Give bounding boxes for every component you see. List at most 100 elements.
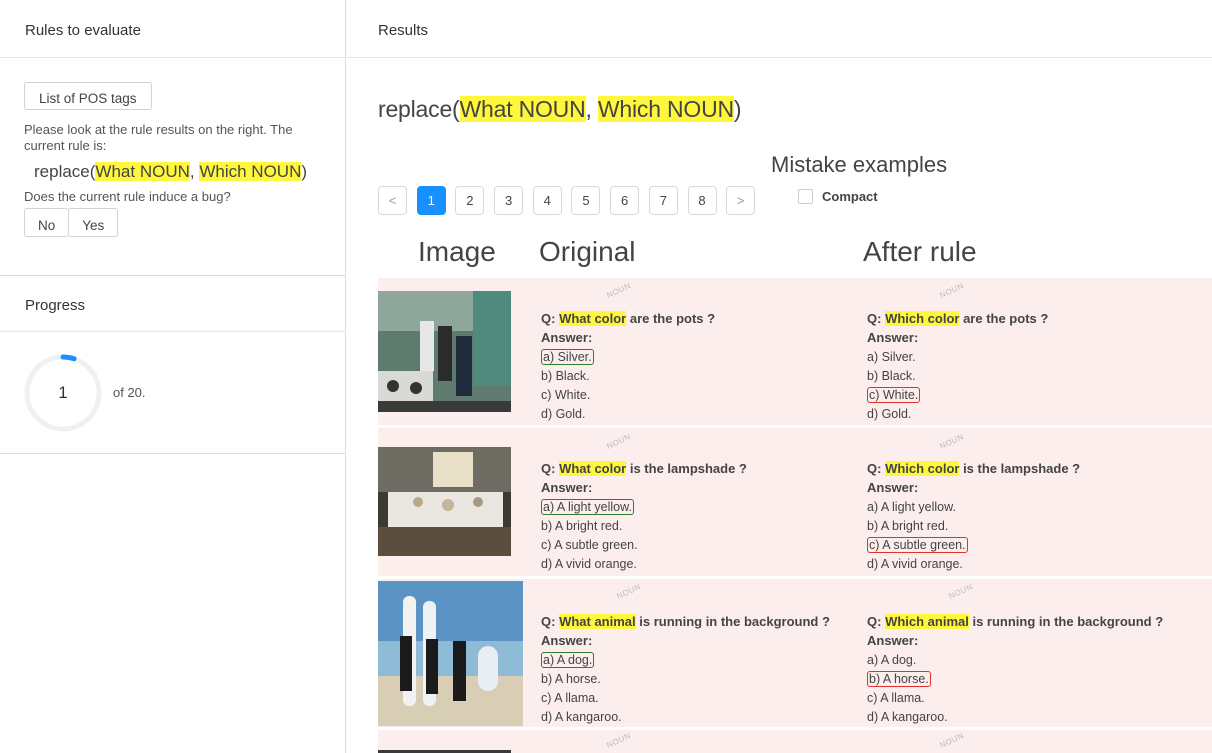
- wrong-answer: b) A horse.: [867, 670, 931, 687]
- original-qa: Q: What color are the pots ? Answer: a) …: [541, 309, 715, 425]
- answer-option: b) A bright red.: [867, 518, 949, 533]
- page-button[interactable]: 8: [687, 186, 717, 215]
- answer-option: c) White.: [867, 386, 1048, 405]
- answer-label: Answer:: [541, 480, 593, 496]
- page-button[interactable]: 4: [532, 186, 562, 215]
- question-highlight: What color: [559, 311, 627, 326]
- answer-option: b) Black.: [867, 368, 916, 383]
- noun-tag: NOUN: [605, 731, 633, 750]
- after-rule-qa: Q: Which animal is running in the backgr…: [867, 612, 1163, 728]
- answer-label: Answer:: [541, 330, 593, 346]
- page-button[interactable]: 2: [455, 186, 485, 215]
- results-panel: Results replace(What NOUN, Which NOUN) M…: [347, 0, 1212, 753]
- answer-option: c) A llama.: [541, 691, 599, 706]
- answer-option: c) White.: [541, 388, 591, 403]
- original-qa: Q: What animal is running in the backgro…: [541, 612, 830, 728]
- noun-tag: NOUN: [938, 432, 966, 451]
- question-highlight: Which animal: [885, 614, 969, 629]
- answer-label: Answer:: [867, 633, 919, 649]
- answer-option: a) A dog.: [867, 652, 917, 667]
- prev-page-button[interactable]: <: [378, 186, 407, 215]
- q-prefix: Q:: [541, 461, 560, 476]
- pos-tags-button[interactable]: List of POS tags: [24, 82, 152, 110]
- rule-pattern-b: Which NOUN: [199, 162, 302, 181]
- answer-option: a) A light yellow.: [867, 499, 956, 514]
- question-highlight: Which color: [885, 311, 960, 326]
- answer-label: Answer:: [541, 633, 593, 649]
- compact-checkbox[interactable]: [798, 189, 813, 204]
- col-header-image: Image: [418, 236, 496, 267]
- correct-answer: a) A dog.: [541, 651, 595, 668]
- answer-option: d) A vivid orange.: [867, 557, 963, 572]
- example-row: NOUN Q: What animal is running in the ba…: [378, 579, 1212, 727]
- rule-heading: replace(What NOUN, Which NOUN): [378, 96, 742, 123]
- compact-toggle[interactable]: Compact: [798, 189, 878, 204]
- answer-option: d) A kangaroo.: [541, 710, 622, 725]
- answer-option: a) A light yellow.: [541, 498, 747, 517]
- answer-option: c) A subtle green.: [541, 538, 638, 553]
- after-rule-qa: Q: Which color is the lampshade ? Answer…: [867, 459, 1080, 575]
- rule-pattern-a: What NOUN: [95, 162, 190, 181]
- rule-heading-b: Which NOUN: [597, 96, 734, 122]
- original-qa: Q: What color is the lampshade ? Answer:…: [541, 459, 747, 575]
- question-highlight: Which color: [885, 461, 960, 476]
- page-button[interactable]: 6: [610, 186, 640, 215]
- q-prefix: Q:: [867, 461, 886, 476]
- answer-label: Answer:: [867, 480, 919, 496]
- example-image: [378, 447, 511, 556]
- correct-answer: a) A light yellow.: [541, 498, 634, 515]
- rule-heading-prefix: replace(: [378, 96, 460, 122]
- q-prefix: Q:: [541, 311, 560, 326]
- progress-title: Progress: [0, 276, 345, 332]
- answer-option: c) A subtle green.: [867, 536, 1080, 555]
- rule-heading-suffix: ): [733, 96, 742, 122]
- rules-section: List of POS tags Please look at the rule…: [0, 58, 345, 276]
- noun-tag: NOUN: [605, 281, 633, 300]
- page-button[interactable]: 7: [648, 186, 678, 215]
- answer-option: a) Silver.: [867, 349, 916, 364]
- example-image: [378, 291, 511, 412]
- answer-option: b) A horse.: [867, 670, 1163, 689]
- pagination: < 1 2 3 4 5 6 7 8 >: [378, 186, 765, 215]
- example-row: NOUN NOUN: [378, 730, 1212, 753]
- next-page-button[interactable]: >: [726, 186, 756, 215]
- rule-note: Please look at the rule results on the r…: [24, 122, 293, 153]
- mistake-examples-title: Mistake examples: [771, 152, 948, 177]
- progress-value: 1: [58, 383, 68, 402]
- example-row: NOUN Q: What color are the pots ? Answer…: [378, 278, 1212, 425]
- example-image: [378, 581, 523, 726]
- answer-option: d) A vivid orange.: [541, 557, 637, 572]
- page-button[interactable]: 1: [416, 186, 446, 215]
- question-text: is the lampshade ?: [626, 461, 747, 476]
- wrong-answer: c) White.: [867, 387, 921, 404]
- question-text: are the pots ?: [959, 311, 1049, 326]
- answer-option: d) Gold.: [541, 407, 586, 422]
- results-title: Results: [347, 0, 1212, 58]
- rule-heading-a: What NOUN: [459, 96, 586, 122]
- page-button[interactable]: 5: [571, 186, 601, 215]
- answer-option: d) A kangaroo.: [867, 710, 948, 725]
- q-prefix: Q:: [867, 311, 886, 326]
- progress-section: 1 of 20.: [0, 332, 345, 454]
- noun-tag: NOUN: [938, 281, 966, 300]
- yes-button[interactable]: Yes: [68, 208, 119, 237]
- bug-question: Does the current rule induce a bug?: [24, 189, 231, 204]
- question-text: is the lampshade ?: [959, 461, 1081, 476]
- q-prefix: Q:: [541, 614, 560, 629]
- answer-option: b) A bright red.: [541, 518, 623, 533]
- rule-prefix: replace(: [34, 162, 96, 181]
- answer-option: a) A dog.: [541, 651, 830, 670]
- bug-answer-group: No Yes: [24, 208, 345, 237]
- no-button[interactable]: No: [24, 208, 70, 237]
- col-header-original: Original: [539, 236, 636, 267]
- answer-option: c) A llama.: [867, 691, 925, 706]
- noun-tag: NOUN: [938, 731, 966, 750]
- current-rule: replace(What NOUN, Which NOUN): [34, 162, 345, 182]
- page-button[interactable]: 3: [494, 186, 524, 215]
- answer-option: b) A horse.: [541, 671, 601, 686]
- after-rule-qa: Q: Which color are the pots ? Answer: a)…: [867, 309, 1048, 425]
- examples-list: NOUN Q: What color are the pots ? Answer…: [378, 278, 1212, 753]
- example-row: NOUN Q: What color is the lampshade ? An…: [378, 428, 1212, 576]
- question-highlight: What color: [559, 461, 627, 476]
- rule-heading-sep: ,: [585, 96, 598, 122]
